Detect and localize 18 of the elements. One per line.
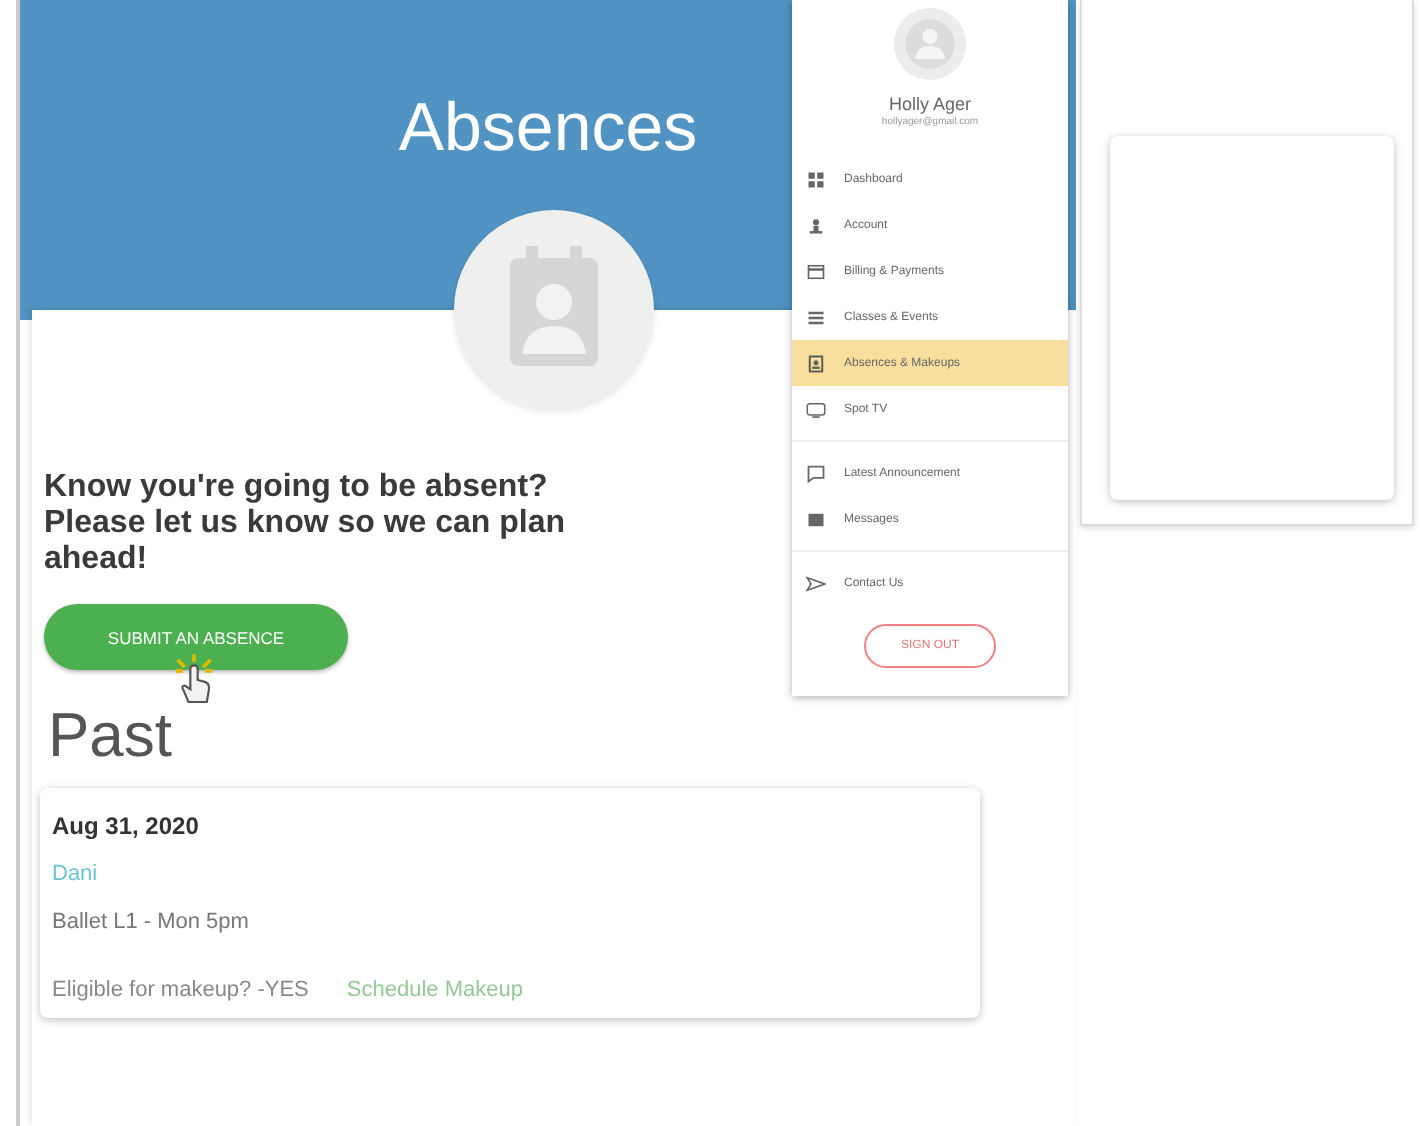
- section-title: Past: [48, 700, 173, 772]
- prompt-text: Know you're going to be absent? Please let us know so we can plan ahead!: [44, 470, 568, 578]
- student-name: Dani: [52, 862, 100, 886]
- badge-icon: [806, 353, 826, 373]
- eligibility-text: Eligible for makeup? -YES: [52, 978, 309, 1002]
- page-title: Absences: [398, 88, 698, 168]
- person-icon: [806, 215, 826, 235]
- list-icon: [806, 307, 826, 327]
- grid-icon: [806, 169, 826, 189]
- card-icon: [806, 261, 826, 281]
- send-icon: [806, 573, 826, 593]
- class-name: Ballet L1 - Mon 5pm: [52, 910, 251, 934]
- absence-date: Aug 31, 2020: [52, 812, 201, 842]
- hand-cursor-icon: [172, 652, 216, 708]
- chat-icon: [806, 463, 826, 483]
- user-avatar-icon: [892, 6, 968, 82]
- tv-icon: [806, 399, 826, 419]
- user-name: Holly Ager: [888, 94, 972, 114]
